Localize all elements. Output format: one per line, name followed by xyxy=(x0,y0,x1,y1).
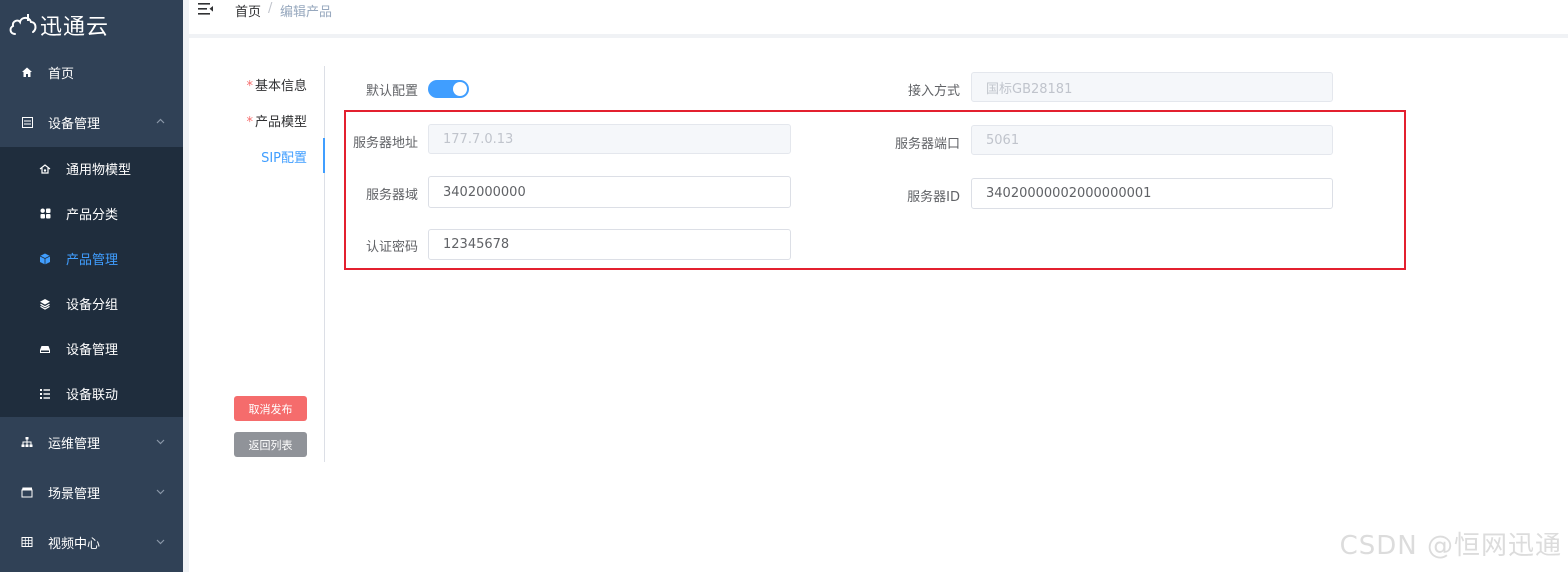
drive-icon xyxy=(38,342,52,356)
sub-item-device-linkage[interactable]: 设备联动 xyxy=(0,371,183,416)
sub-item-product-management[interactable]: 产品管理 xyxy=(0,236,183,281)
chevron-down-icon xyxy=(156,439,165,445)
chevron-up-icon xyxy=(156,118,165,124)
chevron-down-icon xyxy=(156,489,165,495)
sub-item-device-management[interactable]: 设备管理 xyxy=(0,326,183,371)
tab-product-model[interactable]: * 产品模型 xyxy=(240,111,307,130)
cloud-icon xyxy=(9,14,37,35)
access-method-field[interactable]: 国标GB28181 xyxy=(971,72,1333,102)
tab-basic-info[interactable]: * 基本信息 xyxy=(240,75,307,94)
home-icon xyxy=(20,65,34,79)
grid-icon xyxy=(20,535,34,549)
tab-active-indicator xyxy=(323,138,325,173)
category-icon xyxy=(38,207,52,221)
tab-divider xyxy=(324,66,325,462)
default-config-switch[interactable] xyxy=(428,80,469,98)
sidebar-divider xyxy=(183,0,189,572)
default-config-label: 默认配置 xyxy=(365,84,418,99)
breadcrumb-separator: / xyxy=(268,1,273,16)
menu-item-label: 运维管理 xyxy=(48,436,101,452)
sub-item-label: 设备分组 xyxy=(66,298,119,313)
menu-item-device-management[interactable]: 设备管理 xyxy=(0,97,183,147)
brand-name: 迅通云 xyxy=(40,15,110,40)
required-mark: * xyxy=(246,115,253,130)
device-icon xyxy=(20,115,34,129)
menu-item-ops-management[interactable]: 运维管理 xyxy=(0,417,183,467)
sub-item-label: 设备联动 xyxy=(66,388,119,403)
navbar-divider xyxy=(189,34,1568,38)
menu-item-video-center[interactable]: 视频中心 xyxy=(0,517,183,567)
hamburger-icon[interactable] xyxy=(198,2,214,16)
navbar xyxy=(189,0,1568,34)
menu-item-home[interactable]: 首页 xyxy=(0,47,183,97)
tab-label: 产品模型 xyxy=(254,115,307,130)
highlight-box xyxy=(344,110,1406,270)
list-icon xyxy=(38,387,52,401)
access-method-label: 接入方式 xyxy=(907,84,960,99)
sub-item-device-group[interactable]: 设备分组 xyxy=(0,281,183,326)
sub-item-label: 产品管理 xyxy=(66,253,119,268)
tab-sip-config[interactable]: SIP配置 xyxy=(240,147,307,166)
tab-label: SIP配置 xyxy=(261,151,307,166)
menu-item-label: 设备管理 xyxy=(48,116,101,132)
menu-item-label: 视频中心 xyxy=(48,536,101,552)
clapper-icon xyxy=(20,485,34,499)
watermark: CSDN @恒网迅通 xyxy=(1339,531,1562,561)
menu-item-label: 场景管理 xyxy=(48,486,101,502)
cancel-publish-button[interactable]: 取消发布 xyxy=(234,396,307,421)
menu-item-scene-management[interactable]: 场景管理 xyxy=(0,467,183,517)
model-icon xyxy=(38,162,52,176)
breadcrumb-home[interactable]: 首页 xyxy=(235,1,261,20)
menu-item-label: 首页 xyxy=(48,66,75,82)
sub-item-label: 设备管理 xyxy=(66,343,119,358)
sub-item-label: 通用物模型 xyxy=(66,163,132,178)
tab-label: 基本信息 xyxy=(254,79,307,94)
switch-knob xyxy=(453,82,467,96)
required-mark: * xyxy=(246,79,253,94)
sub-item-generic-model[interactable]: 通用物模型 xyxy=(0,146,183,191)
sitemap-icon xyxy=(20,435,34,449)
back-to-list-button[interactable]: 返回列表 xyxy=(234,432,307,457)
chevron-down-icon xyxy=(156,539,165,545)
brand-logo[interactable]: 迅通云 xyxy=(8,8,109,42)
layers-icon xyxy=(38,297,52,311)
sub-item-product-category[interactable]: 产品分类 xyxy=(0,191,183,236)
breadcrumb-current: 编辑产品 xyxy=(280,5,333,20)
cube-icon xyxy=(38,252,52,266)
sub-item-label: 产品分类 xyxy=(66,208,119,223)
